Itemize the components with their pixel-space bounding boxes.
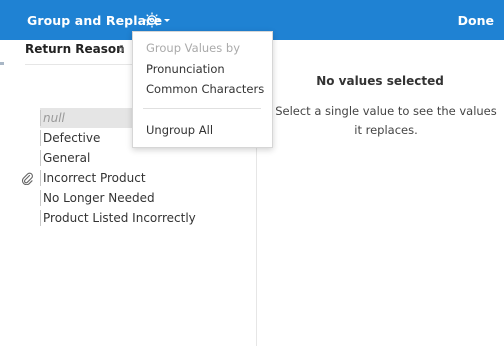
list-item-label: General	[43, 151, 91, 165]
list-item-label: No Longer Needed	[43, 191, 155, 205]
group-by-menu: Group Values by Pronunciation Common Cha…	[132, 31, 273, 148]
menu-section-label: Group Values by	[146, 41, 240, 55]
menu-item-pronunciation[interactable]: Pronunciation	[146, 62, 225, 76]
row-marker	[40, 110, 41, 126]
list-item-label: Defective	[43, 131, 101, 145]
row-marker	[40, 210, 41, 226]
field-name: Return Reason	[25, 42, 125, 56]
menu-divider	[143, 108, 261, 109]
list-item-label: Incorrect Product	[43, 171, 146, 185]
list-item[interactable]: Incorrect Product	[22, 168, 256, 188]
row-marker	[40, 170, 41, 186]
gear-icon	[144, 12, 170, 28]
menu-item-common-characters[interactable]: Common Characters	[146, 82, 264, 96]
value-count: 6	[118, 44, 125, 55]
menu-item-ungroup-all[interactable]: Ungroup All	[146, 123, 213, 137]
left-edge-marker	[0, 62, 4, 65]
list-item-label: null	[43, 111, 65, 125]
list-item-label: Product Listed Incorrectly	[43, 211, 196, 225]
chevron-down-icon	[164, 19, 170, 22]
list-item[interactable]: No Longer Needed	[40, 188, 256, 208]
list-item[interactable]: Product Listed Incorrectly	[40, 208, 256, 228]
empty-state-message: Select a single value to see the values …	[275, 104, 497, 137]
row-marker	[40, 150, 41, 166]
row-marker	[40, 130, 41, 146]
empty-state-title: No values selected	[316, 74, 444, 88]
page-title: Group and Replace	[27, 13, 163, 28]
row-marker	[40, 190, 41, 206]
paperclip-icon	[20, 171, 34, 186]
done-button[interactable]: Done	[458, 13, 494, 28]
settings-gear-button[interactable]	[143, 11, 173, 29]
list-item[interactable]: General	[40, 148, 256, 168]
